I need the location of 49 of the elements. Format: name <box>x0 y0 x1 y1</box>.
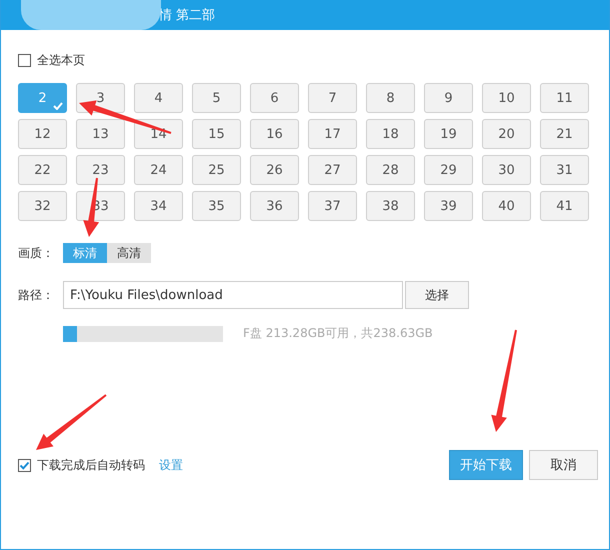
episode-button[interactable]: 12 <box>18 119 67 149</box>
checkbox[interactable] <box>18 54 31 67</box>
episode-button[interactable]: 32 <box>18 191 67 221</box>
quality-label: 画质： <box>18 244 55 262</box>
episode-button[interactable]: 38 <box>366 191 415 221</box>
episode-button[interactable]: 22 <box>18 155 67 185</box>
episode-button[interactable]: 40 <box>482 191 531 221</box>
check-icon <box>53 102 63 110</box>
episode-button[interactable]: 11 <box>540 83 589 113</box>
path-field[interactable]: F:\Youku Files\download <box>63 281 403 309</box>
quality-option[interactable]: 高清 <box>107 243 151 263</box>
episode-button[interactable]: 8 <box>366 83 415 113</box>
episode-button[interactable]: 4 <box>134 83 183 113</box>
disk-space-text: F盘 213.28GB可用，共238.63GB <box>243 325 433 342</box>
choose-button[interactable]: 选择 <box>405 281 469 309</box>
checkbox-label: 下载完成后自动转码 <box>37 456 145 474</box>
path-label: 路径： <box>18 286 55 304</box>
episode-button[interactable]: 21 <box>540 119 589 149</box>
episode-button[interactable]: 10 <box>482 83 531 113</box>
episode-button[interactable]: 30 <box>482 155 531 185</box>
episode-button[interactable]: 24 <box>134 155 183 185</box>
episode-button[interactable]: 35 <box>192 191 241 221</box>
episode-button[interactable]: 34 <box>134 191 183 221</box>
episode-button[interactable]: 31 <box>540 155 589 185</box>
episode-button[interactable]: 41 <box>540 191 589 221</box>
annotation-arrow <box>36 394 107 450</box>
episode-button[interactable]: 19 <box>424 119 473 149</box>
episode-button[interactable]: 36 <box>250 191 299 221</box>
cancel-button[interactable]: 取消 <box>529 450 598 480</box>
episode-button[interactable]: 5 <box>192 83 241 113</box>
episode-button[interactable]: 23 <box>76 155 125 185</box>
episode-button[interactable]: 28 <box>366 155 415 185</box>
episode-button[interactable]: 37 <box>308 191 357 221</box>
episode-button[interactable]: 27 <box>308 155 357 185</box>
episode-button[interactable]: 6 <box>250 83 299 113</box>
checkbox-label: 全选本页 <box>37 52 85 69</box>
episode-button[interactable]: 13 <box>76 119 125 149</box>
episode-button[interactable]: 16 <box>250 119 299 149</box>
episode-button[interactable]: 9 <box>424 83 473 113</box>
episode-button[interactable]: 25 <box>192 155 241 185</box>
episode-button[interactable]: 20 <box>482 119 531 149</box>
episode-button[interactable]: 18 <box>366 119 415 149</box>
episode-button[interactable]: 17 <box>308 119 357 149</box>
episode-button[interactable]: 15 <box>192 119 241 149</box>
episode-button[interactable]: 39 <box>424 191 473 221</box>
episode-button[interactable]: 7 <box>308 83 357 113</box>
checkbox[interactable] <box>18 458 31 472</box>
episode-button[interactable]: 26 <box>250 155 299 185</box>
episode-button[interactable]: 29 <box>424 155 473 185</box>
